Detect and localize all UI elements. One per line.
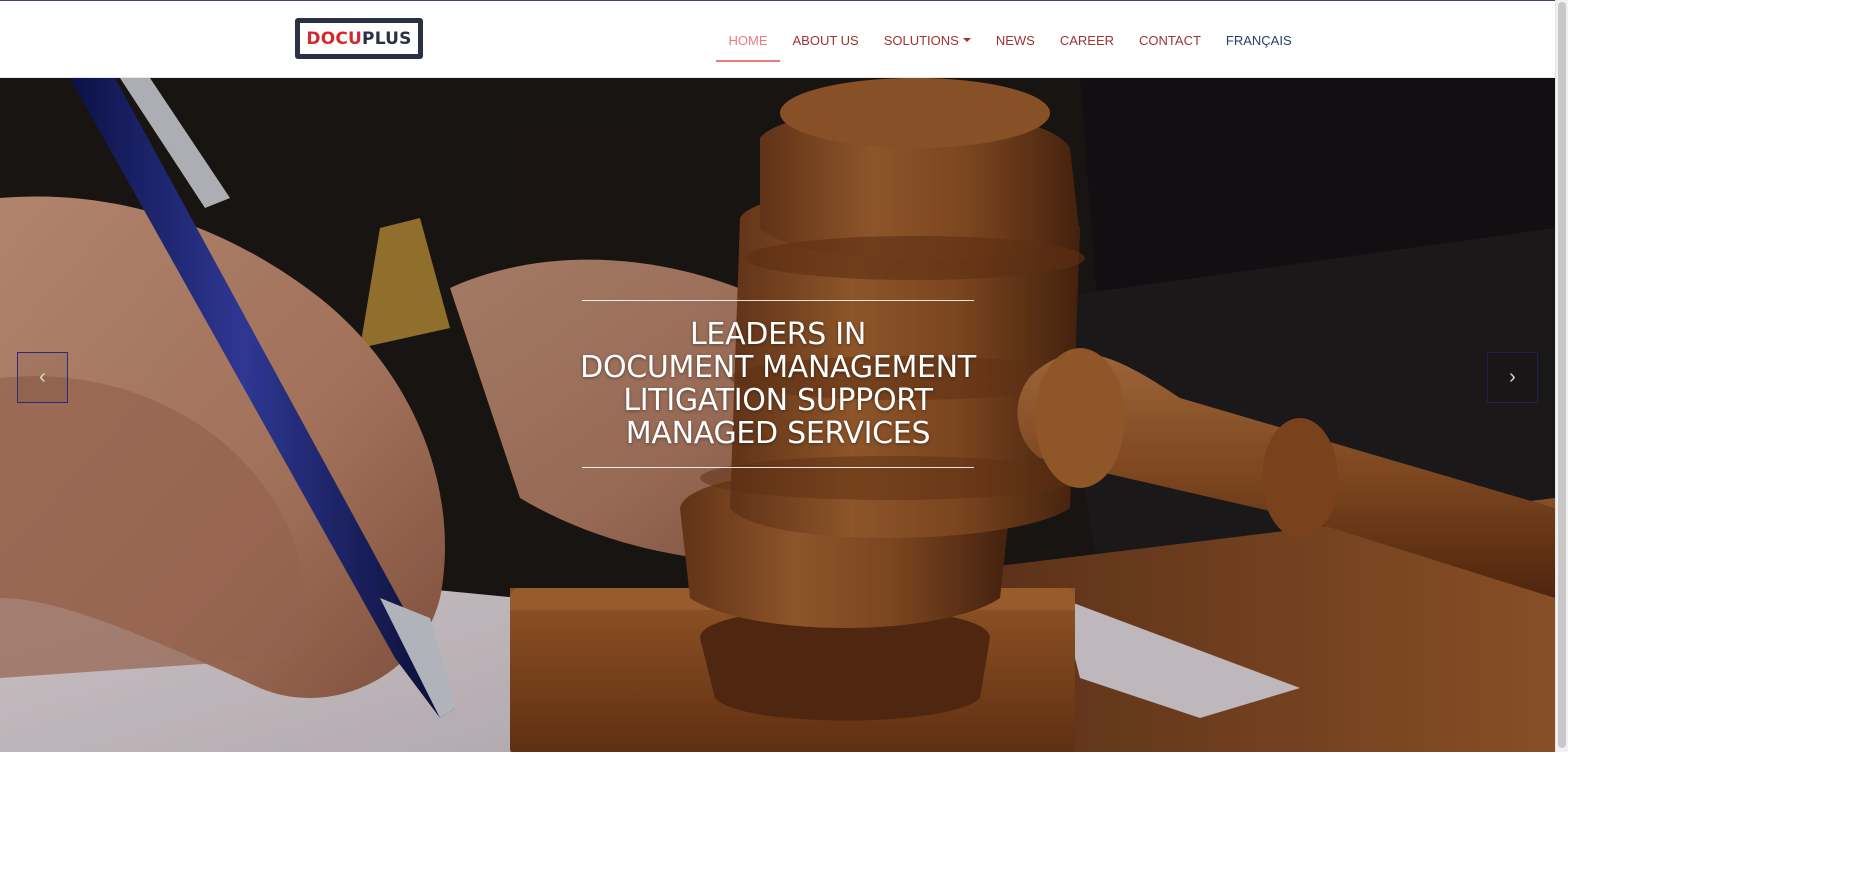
main-nav: HOME ABOUT US SOLUTIONS NEWS CAREER CONT… — [716, 1, 1304, 79]
nav-career[interactable]: CAREER — [1047, 1, 1126, 79]
chevron-right-icon: › — [1509, 366, 1516, 388]
carousel-prev-button[interactable]: ‹ — [17, 352, 68, 403]
hero-caption-line-4: MANAGED SERVICES — [625, 416, 931, 451]
scrollbar-thumb[interactable] — [1558, 2, 1566, 748]
page-scrollbar[interactable] — [1555, 0, 1568, 752]
nav-about-us[interactable]: ABOUT US — [780, 1, 871, 79]
logo-text-plus: PLUS — [362, 28, 412, 49]
site-logo[interactable]: DOCU PLUS — [295, 18, 423, 59]
page: DOCU PLUS HOME ABOUT US SOLUTIONS NEWS CA… — [0, 0, 1555, 752]
caret-down-icon — [962, 38, 971, 42]
site-header: DOCU PLUS HOME ABOUT US SOLUTIONS NEWS CA… — [0, 0, 1555, 78]
hero-carousel: LEADERS IN DOCUMENT MANAGEMENT LITIGATIO… — [0, 78, 1555, 752]
logo-text-docu: DOCU — [306, 28, 363, 49]
nav-contact[interactable]: CONTACT — [1127, 1, 1214, 79]
hero-caption-line-2: DOCUMENT MANAGEMENT — [580, 350, 976, 385]
nav-solutions-dropdown[interactable]: SOLUTIONS — [871, 1, 983, 79]
hero-caption-line-1: LEADERS IN — [690, 317, 866, 352]
nav-news[interactable]: NEWS — [983, 1, 1047, 79]
carousel-next-button[interactable]: › — [1487, 352, 1538, 403]
hero-caption: LEADERS IN DOCUMENT MANAGEMENT LITIGATIO… — [580, 300, 976, 468]
logo-wordmark: DOCU PLUS — [299, 22, 419, 55]
nav-solutions-label: SOLUTIONS — [883, 32, 959, 48]
nav-language-switch[interactable]: FRANÇAIS — [1213, 1, 1304, 79]
chevron-left-icon: ‹ — [39, 366, 46, 388]
nav-home[interactable]: HOME — [716, 1, 780, 79]
hero-caption-line-3: LITIGATION SUPPORT — [623, 383, 933, 418]
